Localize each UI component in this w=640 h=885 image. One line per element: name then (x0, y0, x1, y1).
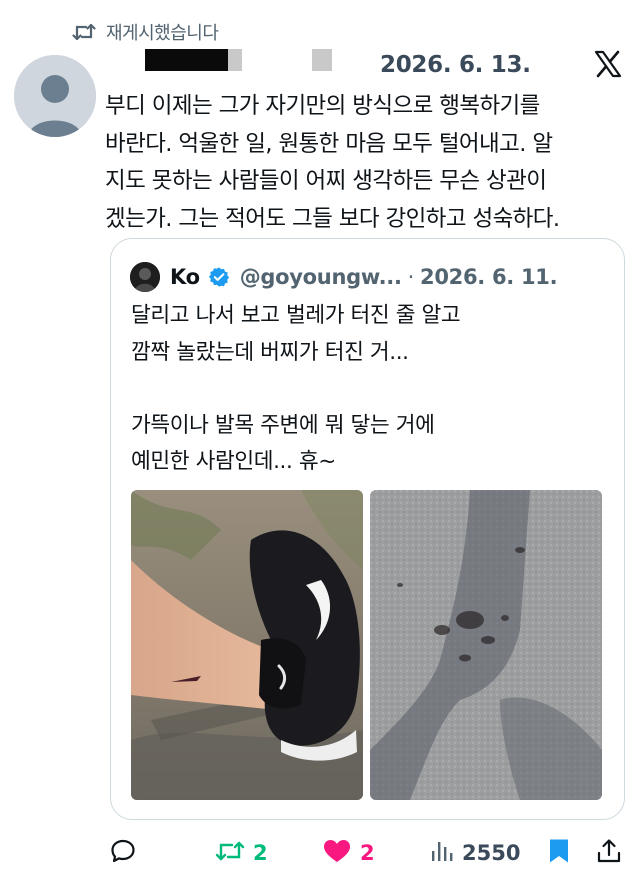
quoted-avatar[interactable] (130, 262, 160, 292)
x-logo-icon[interactable] (594, 50, 622, 82)
share-button[interactable] (596, 835, 622, 871)
views-button[interactable]: 2550 (430, 835, 520, 871)
quoted-display-name[interactable]: Ko (170, 265, 200, 289)
tweet-text: 부디 이제는 그가 자기만의 방식으로 행복하기를 바란다. 억울한 일, 원통… (105, 93, 560, 232)
reply-icon (110, 838, 136, 869)
like-button[interactable]: 2 (322, 835, 375, 871)
repost-button[interactable]: 2 (215, 835, 268, 871)
repost-action-icon (215, 838, 245, 869)
redacted-mark (312, 49, 332, 71)
share-icon (596, 838, 622, 869)
quoted-date[interactable]: 2026. 6. 11. (420, 265, 558, 289)
quoted-handle[interactable]: @goyoungw... (240, 265, 402, 289)
repost-icon (72, 21, 96, 43)
reply-button[interactable] (110, 835, 136, 871)
quoted-header: Ko @goyoungw... · 2026. 6. 11. (170, 262, 558, 292)
like-count: 2 (360, 841, 375, 865)
photo-leg-with-shoe[interactable] (131, 490, 363, 800)
views-chart-icon (430, 839, 454, 868)
bookmark-button[interactable] (548, 835, 570, 871)
repost-count: 2 (253, 841, 268, 865)
views-count: 2550 (462, 841, 521, 865)
bookmark-icon (548, 838, 570, 869)
verified-badge-icon (208, 266, 230, 288)
heart-icon (322, 838, 352, 869)
repost-label: 재게시했습니다 (106, 23, 219, 44)
repost-indicator: 재게시했습니다 (72, 18, 219, 46)
avatar[interactable] (14, 55, 96, 137)
default-avatar-icon (14, 55, 96, 137)
redacted-mark (228, 49, 242, 71)
quoted-text: 달리고 나서 보고 벌레가 터진 줄 알고 깜짝 놀랐는데 버찌가 터진 거..… (131, 303, 461, 474)
separator-dot: · (407, 265, 415, 289)
photo-asphalt-shadow[interactable] (370, 490, 602, 800)
tweet-date[interactable]: 2026. 6. 13. (380, 52, 531, 78)
action-bar: 2 2 2550 (0, 835, 640, 871)
